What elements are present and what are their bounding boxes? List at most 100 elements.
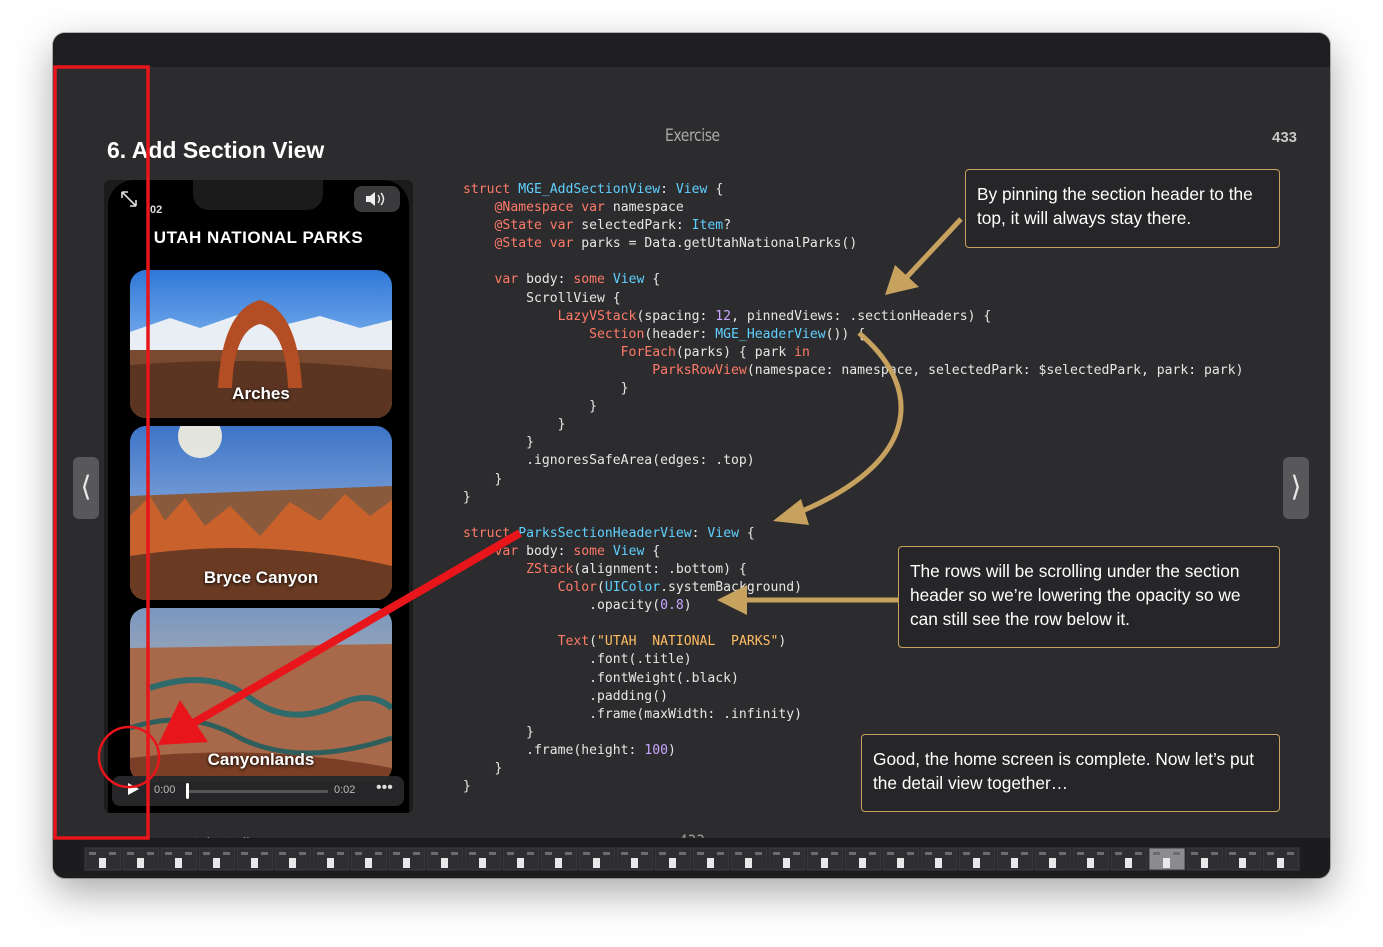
phone-screen: 02 UTAH NATIONAL PARKS Arches Bryce Cany… (108, 180, 409, 813)
code-line: } (463, 779, 471, 795)
prev-page-button[interactable]: ⟨ (73, 457, 99, 519)
more-icon[interactable]: ••• (376, 779, 393, 797)
thumbnail-content (203, 852, 210, 855)
thumbnail-content (507, 852, 514, 855)
code-line: ForEach(parks) { park in (620, 344, 810, 360)
code-line: } (463, 471, 503, 487)
code-line: ScrollView { (463, 290, 621, 306)
thumbnail-content (527, 852, 534, 855)
thumbnail-content (1115, 852, 1122, 855)
expand-icon[interactable] (118, 188, 142, 212)
scrubber-track[interactable] (188, 790, 328, 793)
thumbnail-content (717, 852, 724, 855)
thumbnail-content (99, 858, 106, 868)
volume-icon[interactable] (354, 186, 400, 212)
thumbnail-content (745, 858, 752, 868)
thumbnail-content (603, 852, 610, 855)
thumbnail-content (621, 852, 628, 855)
thumbnail-content (821, 858, 828, 868)
thumbnail-content (1097, 852, 1104, 855)
park-card-arches[interactable]: Arches (130, 270, 392, 418)
code-listing: struct MGE_AddSectionView: View { @Names… (463, 181, 1243, 796)
thumbnail-content (669, 858, 676, 868)
slide-page: 6. Add Section View Exercise 433 02 UTAH… (53, 67, 1330, 853)
thumbnail-content (983, 852, 990, 855)
next-page-button[interactable]: ⟩ (1283, 457, 1309, 519)
code-line: } (463, 399, 598, 415)
page-number-top: 433 (1272, 129, 1298, 146)
thumbnail-content (1211, 852, 1218, 855)
thumbnail-content (925, 852, 932, 855)
code-line: Section(header: MGE_HeaderView()) { (589, 326, 866, 342)
thumbnail-content (811, 852, 818, 855)
thumbnail-content (441, 858, 448, 868)
thumbnail-content (213, 858, 220, 868)
thumbnail-content (1135, 852, 1142, 855)
section-label: Exercise (665, 126, 720, 146)
thumbnail-content (327, 858, 334, 868)
current-time: 0:00 (154, 784, 176, 796)
thumbnail-content (831, 852, 838, 855)
thumbnail-content (935, 858, 942, 868)
play-icon[interactable] (126, 782, 144, 800)
thumbnail-content (1239, 858, 1246, 868)
thumbnail-content (849, 852, 856, 855)
thumbnail-content (1191, 852, 1198, 855)
thumbnail-content (261, 852, 268, 855)
code-line: .padding() (463, 688, 668, 704)
status-time: 02 (150, 204, 163, 216)
thumbnail-content (707, 858, 714, 868)
code-line: struct MGE_AddSectionView: View { (463, 182, 724, 197)
thumbnail-content (431, 852, 438, 855)
thumbnail-content (89, 852, 96, 855)
thumbnail-content (1163, 858, 1170, 868)
thumbnail-content (755, 852, 762, 855)
code-line: } (463, 724, 534, 740)
video-player[interactable]: 02 UTAH NATIONAL PARKS Arches Bryce Cany… (104, 180, 413, 813)
code-line: ParksRowView(namespace: namespace, selec… (652, 362, 1244, 378)
thumbnail-content (897, 858, 904, 868)
thumbnail-content (973, 858, 980, 868)
code-line: .frame(maxWidth: .infinity) (463, 706, 802, 722)
thumbnail-content (1039, 852, 1046, 855)
thumbnail-content (963, 852, 970, 855)
thumbnail-content (887, 852, 894, 855)
thumbnail-content (365, 858, 372, 868)
thumbnail-content (175, 858, 182, 868)
thumbnail-content (1173, 852, 1180, 855)
park-card-bryce[interactable]: Bryce Canyon (130, 426, 392, 600)
code-line: } (463, 417, 566, 433)
thumbnail-content (451, 852, 458, 855)
code-line: .opacity(0.8) (463, 598, 692, 614)
app-window: 6. Add Section View Exercise 433 02 UTAH… (53, 33, 1330, 878)
thumbnail-content (147, 852, 154, 855)
thumbnail-content (223, 852, 230, 855)
park-name: Bryce Canyon (203, 568, 319, 587)
thumbnail-content (517, 858, 524, 868)
thumbnail-content (583, 852, 590, 855)
thumbnail-content (317, 852, 324, 855)
phone-screen-title: UTAH NATIONAL PARKS (153, 228, 364, 247)
thumbnail-content (489, 852, 496, 855)
park-card-canyonlands[interactable]: Canyonlands (130, 608, 392, 782)
thumbnail-content (659, 852, 666, 855)
thumbnail-strip-items[interactable] (53, 838, 1330, 878)
code-line: .ignoresSafeArea(edges: .top) (463, 453, 755, 469)
thumbnail-content (631, 858, 638, 868)
thumbnail-content (1201, 858, 1208, 868)
code-line: struct ParksSectionHeaderView: View { (463, 525, 755, 541)
thumbnail-content (299, 852, 306, 855)
thumbnail-content (1049, 858, 1056, 868)
scrubber-thumb[interactable] (186, 783, 189, 799)
thumbnail-content (479, 858, 486, 868)
thumbnail-content (545, 852, 552, 855)
code-line: .frame(height: 100) (463, 742, 676, 758)
phone-notch (193, 180, 323, 210)
thumbnail-content (1087, 858, 1094, 868)
code-line: var body: some View { (494, 272, 661, 288)
thumbnail-content (241, 852, 248, 855)
park-name: Canyonlands (207, 750, 315, 769)
thumbnail-content (137, 858, 144, 868)
thumbnail-content (109, 852, 116, 855)
thumbnail-content (337, 852, 344, 855)
